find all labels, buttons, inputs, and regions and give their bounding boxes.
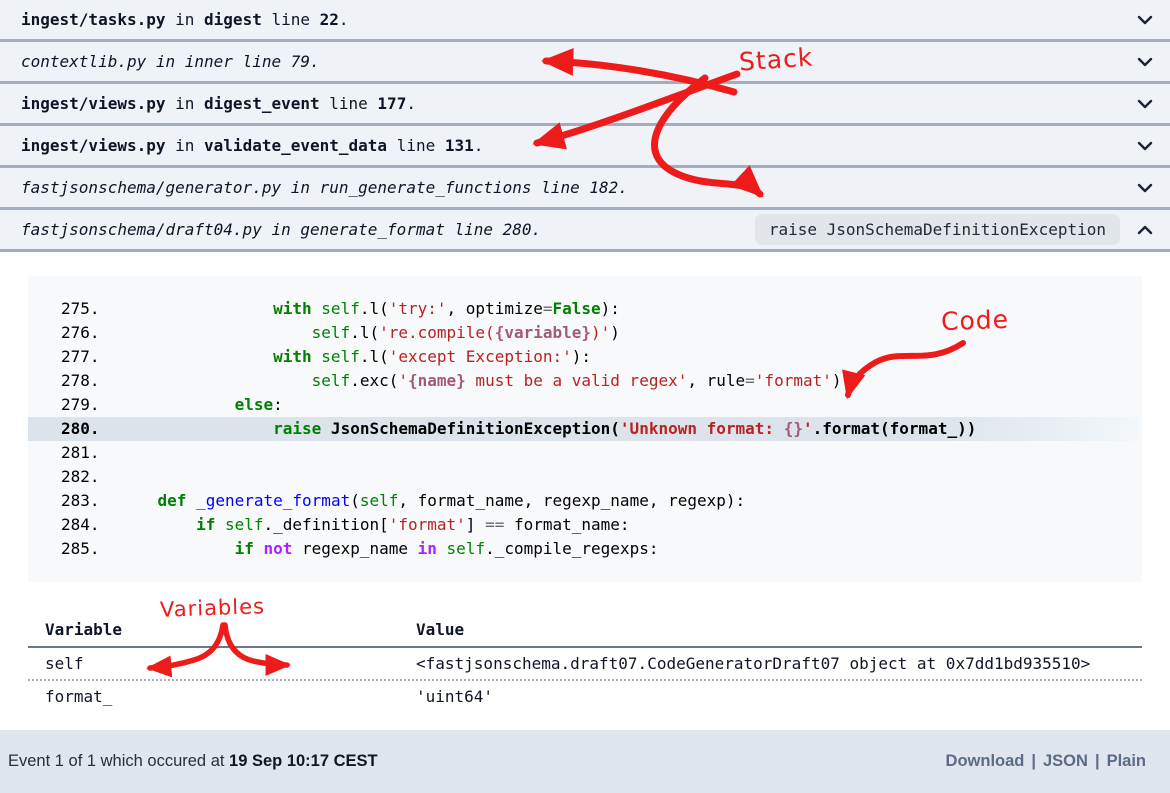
column-header-value: Value <box>399 620 1142 639</box>
code-line: 279. else: <box>28 393 1142 417</box>
chevron-down-icon[interactable] <box>1134 15 1156 25</box>
line-number: 275. <box>61 297 119 321</box>
line-number: 276. <box>61 321 119 345</box>
frame-location: contextlib.py in inner line 79. <box>21 52 320 71</box>
line-number: 285. <box>61 537 119 561</box>
footer-bar: Event 1 of 1 which occured at 19 Sep 10:… <box>0 730 1170 793</box>
code-line: 284. if self._definition['format'] == fo… <box>28 513 1142 537</box>
code-line: 277. with self.l('except Exception:'): <box>28 345 1142 369</box>
code-line: 275. with self.l('try:', optimize=False)… <box>28 297 1142 321</box>
code-line: 285. if not regexp_name in self._compile… <box>28 537 1142 561</box>
footer-links: Download | JSON | Plain <box>946 752 1146 771</box>
code-line: 281. <box>28 441 1142 465</box>
line-number: 283. <box>61 489 119 513</box>
frame-location: ingest/tasks.py in digest line 22. <box>21 10 349 29</box>
footer-link-json[interactable]: JSON <box>1043 752 1088 770</box>
footer-link-download[interactable]: Download <box>946 752 1025 770</box>
chevron-down-icon[interactable] <box>1134 183 1156 193</box>
chevron-down-icon[interactable] <box>1134 141 1156 151</box>
link-separator: | <box>1095 752 1100 770</box>
line-number: 280. <box>61 417 119 441</box>
stack-frame[interactable]: fastjsonschema/draft04.py in generate_fo… <box>0 210 1170 252</box>
frame-location: ingest/views.py in validate_event_data l… <box>21 136 483 155</box>
stack-trace-list: ingest/tasks.py in digest line 22. contex… <box>0 0 1170 252</box>
frame-location: ingest/views.py in digest_event line 177… <box>21 94 416 113</box>
chevron-down-icon[interactable] <box>1134 99 1156 109</box>
line-number: 279. <box>61 393 119 417</box>
variable-name-cell: self <box>28 648 399 679</box>
code-line: 278. self.exc('{name} must be a valid re… <box>28 369 1142 393</box>
event-info-text: Event 1 of 1 which occured at <box>8 752 229 770</box>
code-line: 276. self.l('re.compile({variable})') <box>28 321 1142 345</box>
stack-frame[interactable]: ingest/views.py in validate_event_data l… <box>0 126 1170 168</box>
line-number: 282. <box>61 465 119 489</box>
frame-location: fastjsonschema/draft04.py in generate_fo… <box>21 220 541 239</box>
variables-table-body: self<fastjsonschema.draft07.CodeGenerato… <box>28 648 1142 712</box>
chevron-up-icon[interactable] <box>1134 225 1156 235</box>
footer-link-plain[interactable]: Plain <box>1107 752 1146 770</box>
variables-table: Variable Value self<fastjsonschema.draft… <box>28 616 1142 712</box>
line-number: 281. <box>61 441 119 465</box>
event-timestamp: 19 Sep 10:17 CEST <box>229 752 378 770</box>
table-row: format_'uint64' <box>28 681 1142 712</box>
variables-table-header: Variable Value <box>28 616 1142 648</box>
column-header-variable: Variable <box>28 620 399 639</box>
table-row: self<fastjsonschema.draft07.CodeGenerato… <box>28 648 1142 681</box>
line-number: 284. <box>61 513 119 537</box>
variable-value-cell: <fastjsonschema.draft07.CodeGeneratorDra… <box>399 648 1142 679</box>
code-line: 280. raise JsonSchemaDefinitionException… <box>28 417 1142 441</box>
link-separator: | <box>1031 752 1036 770</box>
code-line: 282. <box>28 465 1142 489</box>
chevron-down-icon[interactable] <box>1134 57 1156 67</box>
exception-badge: raise JsonSchemaDefinitionException <box>755 214 1120 245</box>
code-viewer: 275. with self.l('try:', optimize=False)… <box>28 276 1142 582</box>
stack-frame[interactable]: ingest/tasks.py in digest line 22. <box>0 0 1170 42</box>
line-number: 278. <box>61 369 119 393</box>
stack-frame[interactable]: ingest/views.py in digest_event line 177… <box>0 84 1170 126</box>
variable-name-cell: format_ <box>28 681 399 712</box>
code-line: 283. def _generate_format(self, format_n… <box>28 489 1142 513</box>
variable-value-cell: 'uint64' <box>399 681 1142 712</box>
frame-location: fastjsonschema/generator.py in run_gener… <box>21 178 628 197</box>
event-info: Event 1 of 1 which occured at 19 Sep 10:… <box>8 752 378 771</box>
stack-frame[interactable]: fastjsonschema/generator.py in run_gener… <box>0 168 1170 210</box>
line-number: 277. <box>61 345 119 369</box>
stack-frame[interactable]: contextlib.py in inner line 79. <box>0 42 1170 84</box>
